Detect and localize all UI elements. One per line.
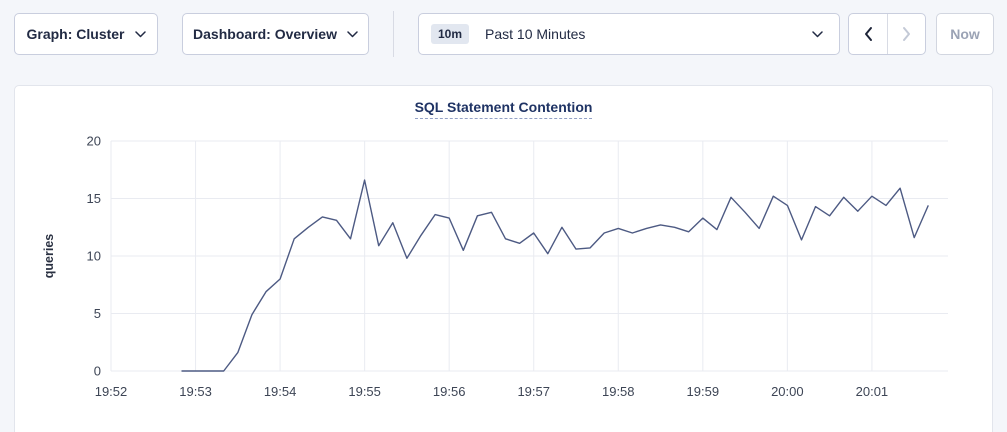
x-tick-label: 19:59	[687, 384, 720, 399]
chevron-down-icon	[135, 31, 146, 38]
time-range-badge: 10m	[431, 24, 469, 44]
contention-line-chart[interactable]: 0 5 10 15 20 19:52 19:53 19:54 19:55 19:56 19:57 19…	[15, 86, 994, 426]
y-tick-label: 20	[87, 134, 101, 149]
x-tick-label: 19:57	[517, 384, 550, 399]
x-tick-label: 19:54	[264, 384, 297, 399]
chevron-down-icon	[812, 31, 823, 38]
chevron-left-icon	[863, 26, 873, 42]
previous-interval-button[interactable]	[849, 14, 887, 54]
dashboard-dropdown-label: Dashboard: Overview	[193, 26, 337, 42]
series-line-queries	[182, 180, 929, 371]
time-range-label: Past 10 Minutes	[485, 26, 585, 42]
time-range-picker[interactable]: 10m Past 10 Minutes	[418, 13, 840, 55]
y-tick-label: 10	[87, 249, 101, 264]
chevron-down-icon	[347, 31, 358, 38]
x-tick-label: 19:52	[95, 384, 128, 399]
x-tick-label: 20:01	[856, 384, 889, 399]
graph-dropdown-label: Graph: Cluster	[26, 26, 124, 42]
metrics-page: Graph: Cluster Dashboard: Overview 10m P…	[0, 0, 1007, 432]
chart-panel: SQL Statement Contention queries 0510152…	[14, 85, 993, 432]
y-tick-label: 15	[87, 191, 101, 206]
y-tick-label: 5	[94, 306, 101, 321]
toolbar-divider	[393, 11, 394, 57]
x-tick-label: 19:53	[179, 384, 212, 399]
now-button[interactable]: Now	[936, 13, 994, 55]
x-tick-label: 19:58	[602, 384, 635, 399]
next-interval-button[interactable]	[887, 14, 925, 54]
y-tick-label: 0	[94, 364, 101, 379]
x-tick-label: 19:55	[348, 384, 381, 399]
graph-dropdown[interactable]: Graph: Cluster	[14, 13, 158, 55]
x-tick-label: 19:56	[433, 384, 466, 399]
toolbar: Graph: Cluster Dashboard: Overview 10m P…	[0, 0, 1007, 70]
x-tick-label: 20:00	[771, 384, 804, 399]
dashboard-dropdown[interactable]: Dashboard: Overview	[182, 13, 369, 55]
chevron-right-icon	[902, 26, 912, 42]
time-step-buttons	[848, 13, 926, 55]
